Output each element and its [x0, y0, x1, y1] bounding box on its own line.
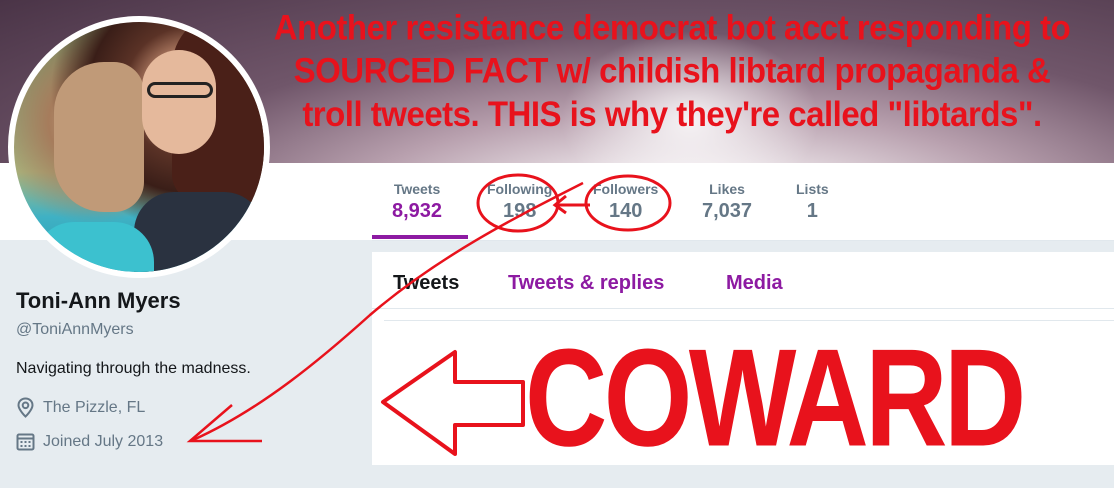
stat-label: Likes: [709, 181, 745, 197]
stat-label: Followers: [593, 181, 659, 197]
stat-label: Tweets: [393, 181, 441, 197]
stat-value: 198: [502, 200, 537, 222]
tab-media[interactable]: Media: [726, 272, 783, 295]
stat-label: Following: [487, 181, 553, 197]
joined-text: Joined July 2013: [43, 432, 164, 450]
profile-handle[interactable]: @ToniAnnMyers: [16, 321, 251, 339]
annotation-caption: COWARD: [525, 321, 1026, 476]
stat-lists[interactable]: Lists 1: [796, 181, 829, 223]
stat-following[interactable]: Following 198: [487, 181, 552, 223]
avatar-photo: [14, 22, 264, 272]
stat-tweets[interactable]: Tweets 8,932: [392, 181, 442, 223]
stat-value: 140: [608, 200, 643, 222]
profile-joined: Joined July 2013: [16, 432, 251, 451]
stat-likes[interactable]: Likes 7,037: [702, 181, 752, 223]
active-stat-underline: [372, 235, 468, 239]
banner-line-3: troll tweets. THIS is why they're called…: [302, 93, 1042, 134]
location-text: The Pizzle, FL: [43, 398, 146, 416]
tab-tweets[interactable]: Tweets: [393, 272, 459, 295]
profile-name[interactable]: Toni-Ann Myers: [16, 288, 251, 314]
stat-value: 7,037: [702, 200, 753, 222]
banner-caption: Another resistance democrat bot acct res…: [232, 6, 1112, 136]
profile-location: The Pizzle, FL: [16, 397, 251, 418]
stat-followers[interactable]: Followers 140: [593, 181, 658, 223]
banner-line-1: Another resistance democrat bot acct res…: [273, 7, 1071, 48]
stat-value: 1: [806, 200, 818, 222]
timeline-tabs: Tweets Tweets & replies Media: [372, 252, 1114, 309]
tab-tweets-replies[interactable]: Tweets & replies: [508, 272, 664, 295]
stat-value: 8,932: [392, 200, 443, 222]
profile-bio: Navigating through the madness.: [16, 360, 251, 377]
map-pin-icon: [17, 397, 34, 418]
banner-line-2: SOURCED FACT w/ childish libtard propaga…: [293, 50, 1051, 91]
stat-label: Lists: [796, 181, 829, 197]
calendar-icon: [16, 433, 35, 451]
avatar[interactable]: [8, 16, 270, 278]
profile-card: Toni-Ann Myers @ToniAnnMyers Navigating …: [16, 288, 251, 451]
